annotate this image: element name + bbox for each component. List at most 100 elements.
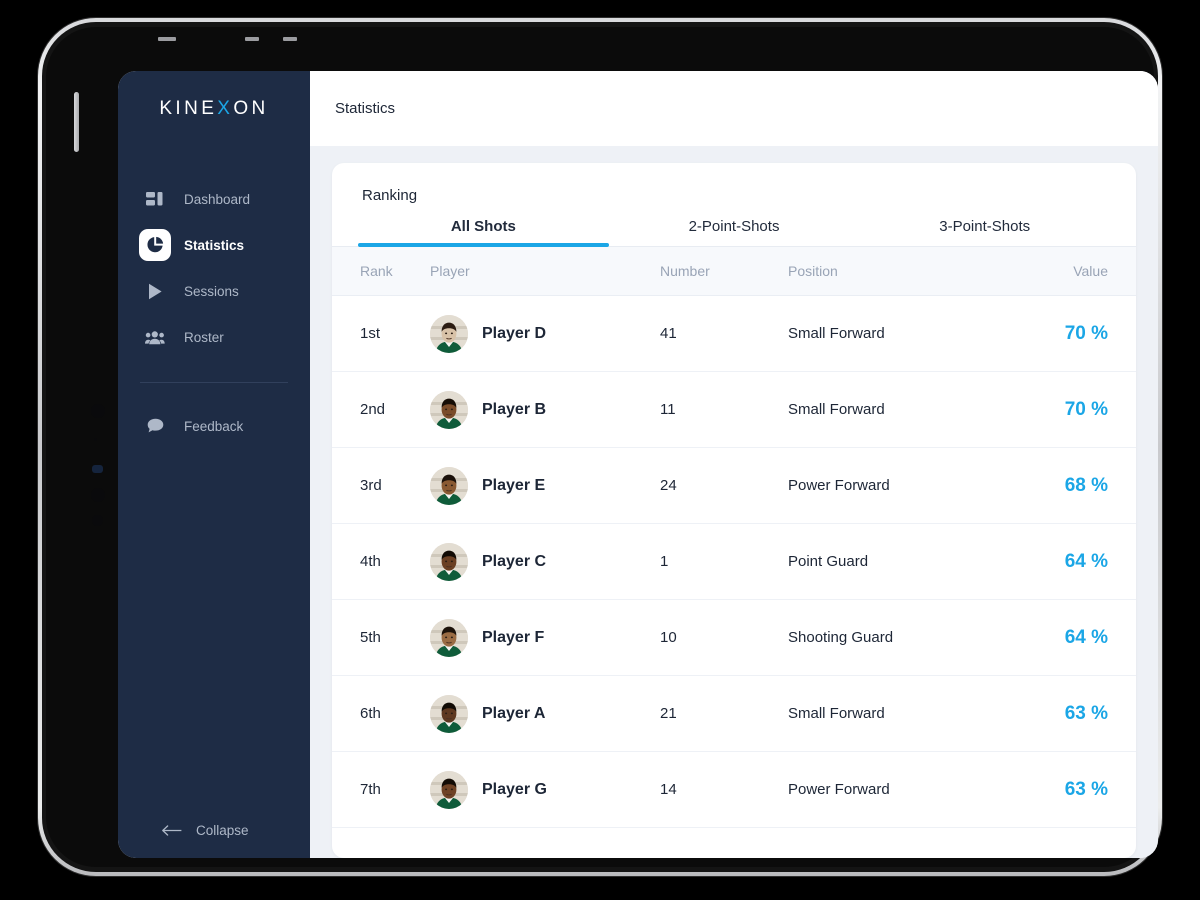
bezel-indicator-light (92, 465, 103, 473)
cell-player: Player C (430, 542, 660, 581)
people-icon (139, 321, 171, 353)
cell-position: Point Guard (788, 553, 869, 570)
main-area: Statistics Ranking All Shots 2-Point-Sho… (310, 71, 1158, 858)
player-name: Player F (482, 628, 545, 646)
cell-number: 1 (660, 553, 669, 570)
cell-player: Player B (430, 390, 660, 429)
collapse-label: Collapse (196, 822, 249, 838)
brand-accent-letter: X (217, 97, 234, 119)
table-row[interactable]: 7th Player G 14 Power Forward 63 % (332, 752, 1136, 828)
arrow-left-icon (162, 824, 182, 836)
avatar (430, 466, 468, 505)
tab-3-point-shots[interactable]: 3-Point-Shots (859, 218, 1110, 246)
sidebar-item-label: Sessions (184, 283, 239, 299)
cell-number: 24 (660, 477, 677, 494)
collapse-sidebar-button[interactable]: Collapse (118, 802, 310, 858)
sidebar-item-feedback[interactable]: Feedback (118, 403, 310, 449)
table-row[interactable]: 3rd Player E 24 Power Forward 68 % (332, 448, 1136, 524)
tab-label: 3-Point-Shots (939, 218, 1031, 235)
cell-rank: 3rd (360, 477, 382, 494)
avatar (430, 770, 468, 809)
cell-value: 64 % (1064, 550, 1108, 572)
cell-player: Player G (430, 770, 660, 809)
sidebar-item-dashboard[interactable]: Dashboard (118, 176, 310, 222)
table-row[interactable]: 1st Player D 41 Small Forward 70 % (332, 296, 1136, 372)
column-header-player: Player (430, 263, 470, 279)
sidebar-item-roster[interactable]: Roster (118, 314, 310, 360)
tab-2-point-shots[interactable]: 2-Point-Shots (609, 218, 860, 246)
cell-rank: 7th (360, 781, 381, 798)
cell-value: 68 % (1064, 474, 1108, 496)
avatar (430, 542, 468, 581)
avatar (430, 618, 468, 657)
ranking-table-body: 1st Player D 41 Small Forward 70 % 2nd Player … (332, 296, 1136, 828)
table-row[interactable]: 2nd Player B 11 Small Forward 70 % (332, 372, 1136, 448)
sidebar: KINEXON Dashboard Statistics Sessions Ro… (118, 71, 310, 858)
player-name: Player C (482, 552, 547, 570)
tablet-device-frame: KINEXON Dashboard Statistics Sessions Ro… (38, 18, 1162, 876)
ranking-card: Ranking All Shots 2-Point-Shots 3-Point-… (332, 163, 1136, 858)
cell-value: 64 % (1064, 626, 1108, 648)
content-area: Ranking All Shots 2-Point-Shots 3-Point-… (310, 146, 1158, 858)
bezel-sensor-dot (94, 438, 97, 441)
device-side-button[interactable] (74, 92, 79, 152)
sidebar-item-label: Feedback (184, 418, 244, 434)
player-name: Player E (482, 476, 546, 494)
cell-value: 70 % (1064, 398, 1108, 420)
table-row[interactable]: 4th Player C 1 Point Guard 64 % (332, 524, 1136, 600)
cell-rank: 5th (360, 629, 381, 646)
card-title: Ranking (362, 187, 418, 204)
bezel-sensor-dot (91, 404, 105, 418)
column-header-rank: Rank (360, 263, 393, 279)
sidebar-divider (140, 382, 288, 383)
cell-player: Player A (430, 694, 660, 733)
brand-name-after: ON (233, 97, 269, 119)
antenna-band (283, 37, 297, 41)
sidebar-nav-secondary: Feedback (118, 403, 310, 449)
brand-logo-text: KINEXON (159, 98, 268, 120)
sidebar-item-sessions[interactable]: Sessions (118, 268, 310, 314)
chat-bubble-icon (139, 410, 171, 442)
cell-number: 11 (660, 401, 676, 418)
cell-player: Player F (430, 618, 660, 657)
cell-position: Small Forward (788, 401, 885, 418)
cell-number: 10 (660, 629, 677, 646)
pie-chart-icon (139, 229, 171, 261)
top-bar: Statistics (310, 71, 1158, 146)
app-root: KINEXON Dashboard Statistics Sessions Ro… (118, 71, 1158, 858)
cell-rank: 4th (360, 553, 381, 570)
tab-all-shots[interactable]: All Shots (358, 218, 609, 247)
cell-position: Shooting Guard (788, 629, 894, 646)
tab-label: 2-Point-Shots (688, 218, 780, 235)
cell-number: 14 (660, 781, 677, 798)
sidebar-item-label: Dashboard (184, 191, 251, 207)
cell-value: 70 % (1064, 322, 1108, 344)
antenna-band (158, 37, 176, 41)
cell-rank: 6th (360, 705, 381, 722)
sidebar-item-statistics[interactable]: Statistics (118, 222, 310, 268)
brand-name-before: KINE (159, 97, 218, 119)
table-row[interactable]: 5th Player F 10 Shooting Guard 64 % (332, 600, 1136, 676)
column-header-number: Number (660, 263, 710, 279)
cell-number: 41 (660, 325, 677, 342)
cell-player: Player E (430, 466, 660, 505)
page-title: Statistics (335, 100, 396, 117)
cell-rank: 1st (360, 325, 381, 342)
table-header-row: Rank Player Number Position Value (332, 247, 1136, 296)
bezel-sensor-dot (92, 515, 103, 526)
tab-label: All Shots (450, 218, 516, 235)
play-icon (139, 275, 171, 307)
cell-rank: 2nd (360, 401, 386, 418)
avatar (430, 694, 468, 733)
antenna-band (245, 37, 259, 41)
player-name: Player G (482, 780, 547, 798)
player-name: Player D (482, 324, 547, 342)
table-row[interactable]: 6th Player A 21 Small Forward 63 % (332, 676, 1136, 752)
cell-position: Small Forward (788, 325, 885, 342)
player-name: Player A (482, 704, 546, 722)
cell-position: Power Forward (788, 477, 890, 494)
brand-logo: KINEXON (118, 71, 310, 146)
sidebar-nav-primary: Dashboard Statistics Sessions Roster (118, 176, 310, 360)
cell-number: 21 (660, 705, 677, 722)
cell-value: 63 % (1064, 702, 1108, 724)
